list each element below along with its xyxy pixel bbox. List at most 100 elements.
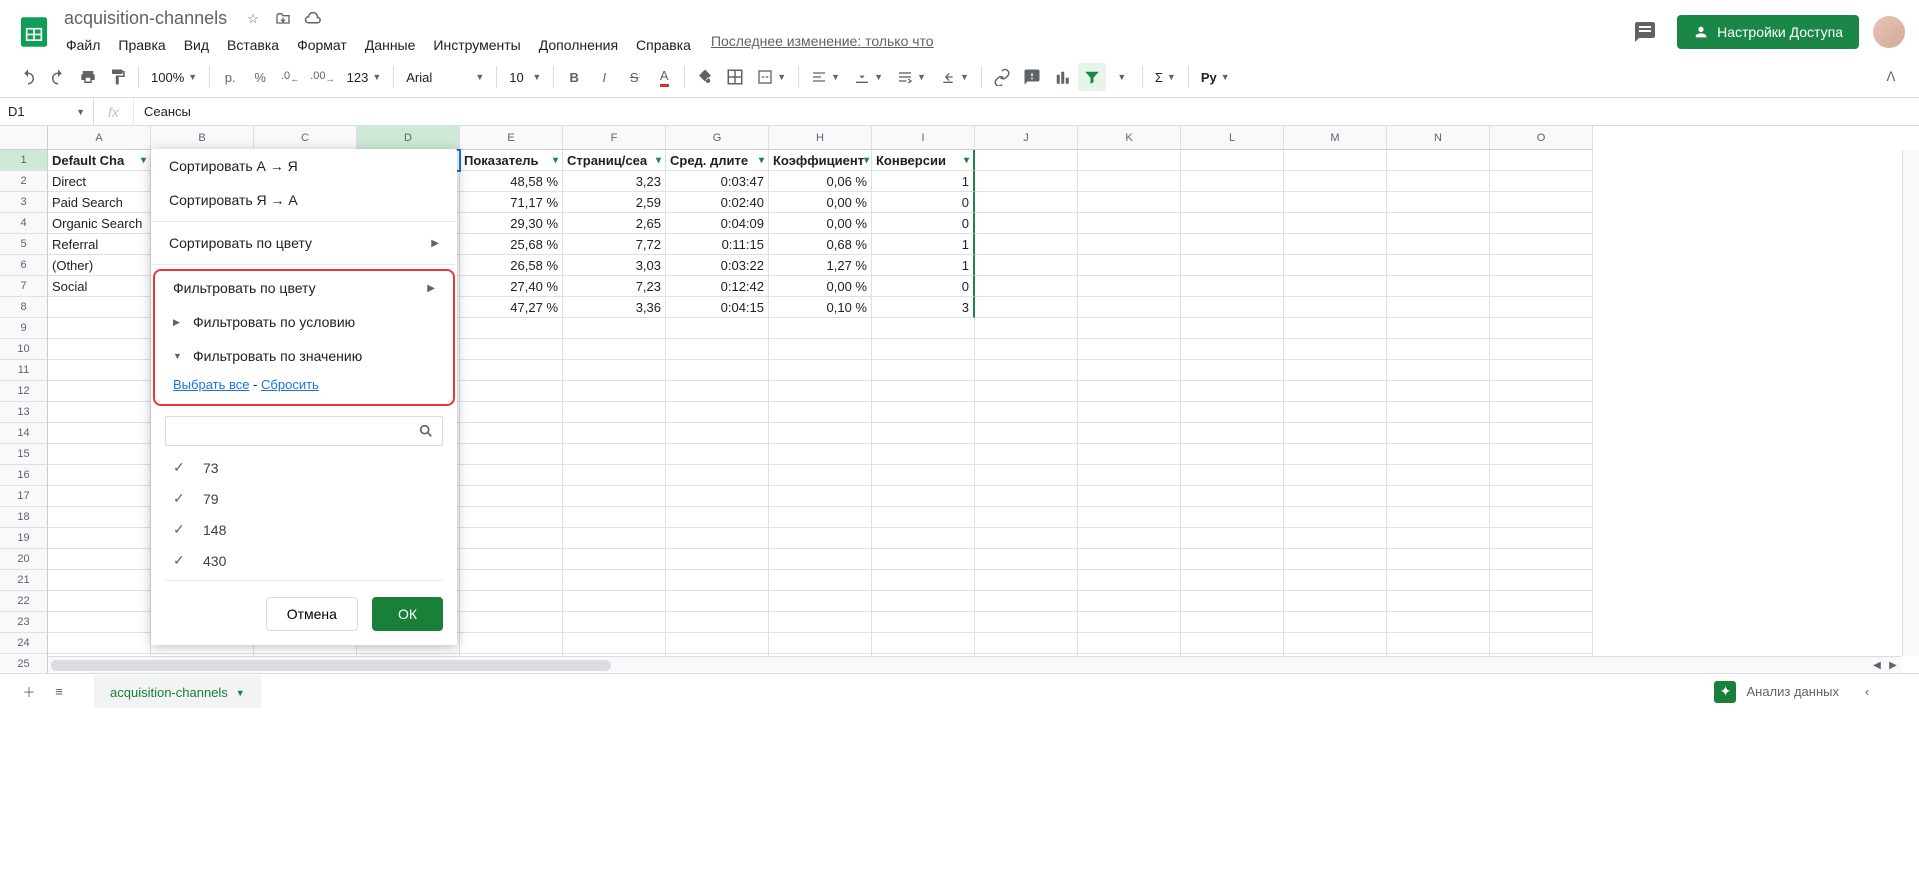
empty-cell[interactable] — [1490, 318, 1593, 339]
empty-cell[interactable] — [872, 339, 975, 360]
empty-cell[interactable] — [769, 423, 872, 444]
empty-cell[interactable] — [460, 465, 563, 486]
empty-cell[interactable] — [1490, 444, 1593, 465]
empty-cell[interactable] — [1181, 528, 1284, 549]
empty-cell[interactable] — [460, 423, 563, 444]
collapse-toolbar-button[interactable]: ᐱ — [1877, 63, 1905, 91]
empty-cell[interactable] — [563, 339, 666, 360]
empty-cell[interactable] — [975, 507, 1078, 528]
column-header[interactable]: G — [666, 126, 769, 150]
data-cell[interactable]: 25,68 % — [460, 234, 563, 255]
menu-addons[interactable]: Дополнения — [531, 33, 626, 57]
font-select[interactable]: Arial▼ — [400, 63, 490, 91]
empty-cell[interactable] — [872, 486, 975, 507]
empty-cell[interactable] — [666, 465, 769, 486]
column-data-header[interactable]: Страниц/сеа▾ — [563, 150, 666, 171]
empty-cell[interactable] — [872, 318, 975, 339]
row-header[interactable]: 10 — [0, 339, 48, 360]
data-cell[interactable]: 3,23 — [563, 171, 666, 192]
empty-cell[interactable] — [48, 633, 151, 654]
empty-cell[interactable] — [1078, 402, 1181, 423]
empty-cell[interactable] — [1387, 591, 1490, 612]
empty-cell[interactable] — [872, 612, 975, 633]
row-header[interactable]: 19 — [0, 528, 48, 549]
v-align-button[interactable]: ▼ — [848, 63, 889, 91]
empty-cell[interactable] — [975, 318, 1078, 339]
empty-cell[interactable] — [769, 591, 872, 612]
select-all-corner[interactable] — [0, 126, 48, 150]
empty-cell[interactable] — [666, 528, 769, 549]
data-cell[interactable]: 1 — [872, 255, 975, 276]
data-cell[interactable]: 0 — [872, 192, 975, 213]
empty-cell[interactable] — [666, 633, 769, 654]
data-cell[interactable]: 0:11:15 — [666, 234, 769, 255]
vertical-scrollbar[interactable] — [1902, 150, 1919, 656]
empty-cell[interactable] — [1181, 276, 1284, 297]
sheets-logo[interactable] — [14, 12, 54, 52]
sort-za[interactable]: Сортировать Я → А — [151, 183, 457, 217]
document-title[interactable]: acquisition-channels — [58, 6, 233, 31]
empty-cell[interactable] — [872, 381, 975, 402]
empty-cell[interactable] — [666, 549, 769, 570]
empty-cell[interactable] — [1387, 171, 1490, 192]
empty-cell[interactable] — [1387, 507, 1490, 528]
row-header[interactable]: 18 — [0, 507, 48, 528]
empty-cell[interactable] — [1284, 612, 1387, 633]
empty-cell[interactable] — [1078, 507, 1181, 528]
empty-cell[interactable] — [975, 297, 1078, 318]
column-header[interactable]: C — [254, 126, 357, 150]
empty-cell[interactable] — [1181, 171, 1284, 192]
empty-cell[interactable] — [48, 318, 151, 339]
empty-cell[interactable] — [666, 507, 769, 528]
column-header[interactable]: N — [1387, 126, 1490, 150]
empty-cell[interactable] — [1284, 633, 1387, 654]
empty-cell[interactable] — [1181, 192, 1284, 213]
print-button[interactable] — [74, 63, 102, 91]
data-cell[interactable] — [48, 297, 151, 318]
empty-cell[interactable] — [563, 444, 666, 465]
wrap-button[interactable]: ▼ — [891, 63, 932, 91]
empty-cell[interactable] — [1387, 381, 1490, 402]
comment-button[interactable] — [1018, 63, 1046, 91]
rotate-button[interactable]: ▼ — [934, 63, 975, 91]
row-header[interactable]: 24 — [0, 633, 48, 654]
menu-help[interactable]: Справка — [628, 33, 699, 57]
empty-cell[interactable] — [975, 465, 1078, 486]
row-header[interactable]: 22 — [0, 591, 48, 612]
filter-icon[interactable]: ▾ — [864, 150, 869, 171]
empty-cell[interactable] — [460, 570, 563, 591]
empty-cell[interactable] — [1181, 486, 1284, 507]
currency-button[interactable]: р. — [216, 63, 244, 91]
empty-cell[interactable] — [1181, 255, 1284, 276]
empty-cell[interactable] — [769, 486, 872, 507]
filter-value-item[interactable]: ✓73 — [165, 452, 443, 483]
data-cell[interactable]: Social — [48, 276, 151, 297]
empty-cell[interactable] — [666, 318, 769, 339]
empty-cell[interactable] — [975, 381, 1078, 402]
sort-az[interactable]: Сортировать А → Я — [151, 149, 457, 183]
empty-cell[interactable] — [1284, 444, 1387, 465]
data-cell[interactable]: 0,68 % — [769, 234, 872, 255]
empty-cell[interactable] — [48, 423, 151, 444]
decrease-decimal-button[interactable]: .0← — [276, 63, 304, 91]
empty-cell[interactable] — [48, 612, 151, 633]
data-cell[interactable]: 0:03:22 — [666, 255, 769, 276]
empty-cell[interactable] — [769, 360, 872, 381]
empty-cell[interactable] — [872, 507, 975, 528]
empty-cell[interactable] — [1078, 381, 1181, 402]
empty-cell[interactable] — [563, 528, 666, 549]
empty-cell[interactable] — [1387, 255, 1490, 276]
row-header[interactable]: 13 — [0, 402, 48, 423]
column-header[interactable]: D — [357, 126, 460, 150]
empty-cell[interactable] — [1387, 444, 1490, 465]
empty-cell[interactable] — [1181, 150, 1284, 171]
empty-cell[interactable] — [975, 633, 1078, 654]
empty-cell[interactable] — [1181, 360, 1284, 381]
empty-cell[interactable] — [1284, 171, 1387, 192]
empty-cell[interactable] — [1284, 318, 1387, 339]
filter-value-item[interactable]: ✓430 — [165, 545, 443, 576]
row-header[interactable]: 8 — [0, 297, 48, 318]
row-header[interactable]: 14 — [0, 423, 48, 444]
menu-file[interactable]: Файл — [58, 33, 108, 57]
data-cell[interactable]: 0,10 % — [769, 297, 872, 318]
